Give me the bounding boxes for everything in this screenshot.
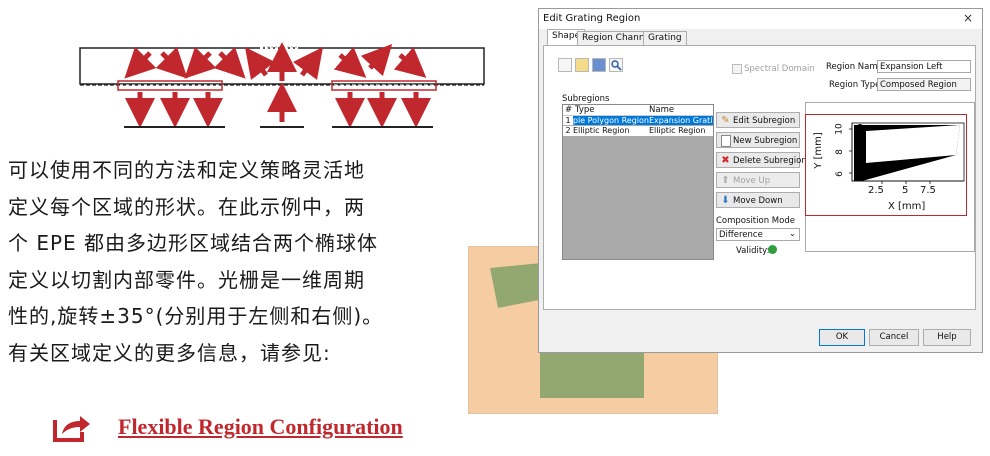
new-document-icon xyxy=(721,135,731,147)
edit-subregion-button[interactable]: ✎ Edit Subregion xyxy=(716,112,800,128)
column-header-index: # xyxy=(565,105,573,115)
paragraph-line: 个 EPE 都由多边形区域结合两个椭球体 xyxy=(8,231,379,255)
arrow-up-icon: ⬆ xyxy=(721,175,730,186)
dialog-titlebar: Edit Grating Region × xyxy=(539,9,982,29)
composition-mode-label: Composition Mode xyxy=(716,216,795,226)
spectral-domain-checkbox[interactable] xyxy=(732,64,742,74)
table-header: # Type Name xyxy=(563,105,713,116)
open-folder-icon[interactable] xyxy=(575,58,589,72)
column-header-name: Name xyxy=(649,105,675,115)
subregions-label: Subregions xyxy=(562,94,610,104)
table-row[interactable]: 1 Simple Polygon Region Expansion Gratin… xyxy=(563,116,713,126)
preview-highlight-frame xyxy=(805,114,967,216)
new-file-icon[interactable] xyxy=(558,58,572,72)
new-subregion-button[interactable]: New Subregion xyxy=(716,132,800,148)
shape-tab-panel: Spectral Domain Region Name Expansion Le… xyxy=(543,45,976,310)
epe-arrow-diagram xyxy=(79,42,485,128)
ok-button[interactable]: OK xyxy=(819,329,865,346)
edit-grating-region-dialog: Edit Grating Region × Shape Region Chann… xyxy=(538,8,983,353)
composition-mode-select[interactable]: Difference ⌄ xyxy=(716,228,800,241)
share-arrow-icon[interactable] xyxy=(52,414,92,442)
region-type-label: Region Type xyxy=(829,80,881,90)
column-header-type: Type xyxy=(575,105,595,115)
delete-subregion-button[interactable]: ✖ Delete Subregion xyxy=(716,152,807,168)
table-row[interactable]: 2 Elliptic Region Elliptic Region xyxy=(563,126,713,136)
region-name-input[interactable]: Expansion Left xyxy=(877,60,971,73)
paragraph-line: 定义每个区域的形状。在此示例中，两 xyxy=(8,194,365,219)
subregions-table: # Type Name 1 Simple Polygon Region Expa… xyxy=(562,104,714,260)
move-down-button[interactable]: ⬇ Move Down xyxy=(716,192,800,208)
save-icon[interactable] xyxy=(592,58,606,72)
search-icon[interactable] xyxy=(609,58,623,72)
delete-x-icon: ✖ xyxy=(721,155,730,166)
description-paragraph: 可以使用不同的方法和定义策略灵活地 定义每个区域的形状。在此示例中，两 个 EP… xyxy=(8,152,448,371)
paragraph-line: 有关区域定义的更多信息，请参见: xyxy=(8,340,331,365)
paragraph-line: 定义以切割内部零件。光栅是一维周期 xyxy=(8,267,365,292)
spectral-domain-label: Spectral Domain xyxy=(744,64,815,74)
close-icon[interactable]: × xyxy=(963,11,973,25)
dialog-title: Edit Grating Region xyxy=(543,13,641,24)
check-valid-icon xyxy=(768,245,777,254)
cancel-button[interactable]: Cancel xyxy=(869,329,919,346)
paragraph-line: 性的,旋转±35°(分别用于左侧和右侧)。 xyxy=(8,304,384,328)
move-up-button[interactable]: ⬆ Move Up xyxy=(716,172,800,188)
tab-grating[interactable]: Grating xyxy=(643,31,687,45)
arrow-down-icon: ⬇ xyxy=(721,195,730,206)
region-type-field: Composed Region xyxy=(877,78,971,91)
chevron-down-icon: ⌄ xyxy=(788,229,796,239)
pencil-icon: ✎ xyxy=(721,115,730,126)
flexible-region-link[interactable]: Flexible Region Configuration xyxy=(118,414,403,440)
region-name-label: Region Name xyxy=(826,62,883,72)
help-button[interactable]: Help xyxy=(923,329,971,346)
paragraph-line: 可以使用不同的方法和定义策略灵活地 xyxy=(8,158,365,182)
validity-label: Validity: xyxy=(736,246,770,256)
